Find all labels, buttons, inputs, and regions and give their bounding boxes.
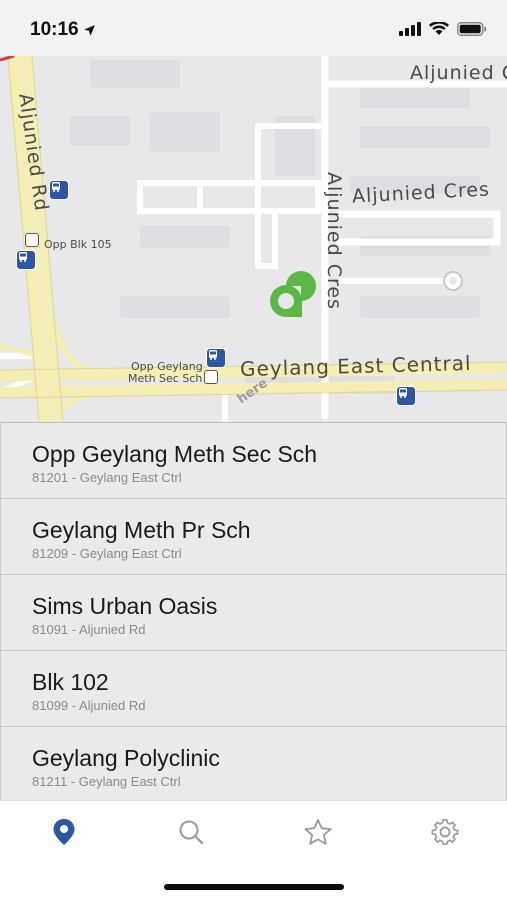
star-icon — [304, 819, 332, 845]
bus-icon — [52, 182, 60, 192]
road-label-aljunied-cres-top: Aljunied Cr — [410, 62, 507, 84]
list-item[interactable]: Geylang Polyclinic 81211 - Geylang East … — [0, 727, 507, 801]
tab-settings[interactable] — [428, 815, 462, 849]
stop-name: Blk 102 — [32, 669, 109, 695]
time-text: 10:16 — [30, 19, 79, 40]
gear-icon — [431, 819, 459, 845]
list-item[interactable]: Geylang Meth Pr Sch 81209 - Geylang East… — [0, 499, 507, 575]
bus-stop-small-icon[interactable] — [204, 370, 218, 384]
list-item[interactable]: Opp Geylang Meth Sec Sch 81201 - Geylang… — [0, 423, 507, 499]
list-item[interactable]: Blk 102 81099 - Aljunied Rd — [0, 651, 507, 727]
stop-detail: 81211 - Geylang East Ctrl — [32, 774, 181, 789]
bus-icon — [209, 350, 217, 360]
bus-icon — [399, 388, 407, 398]
road-label-aljunied-cres-vert: Aljunied Cres — [323, 172, 345, 310]
stop-detail: 81091 - Aljunied Rd — [32, 622, 146, 637]
search-icon — [179, 820, 204, 845]
stop-name: Geylang Meth Pr Sch — [32, 517, 251, 543]
stop-label-opp-geylang-line2: Meth Sec Sch — [128, 372, 203, 385]
stop-label-opp-geylang-line1: Opp Geylang — [131, 360, 203, 373]
bus-stop-list[interactable]: Opp Geylang Meth Sec Sch 81201 - Geylang… — [0, 422, 507, 801]
stop-name: Sims Urban Oasis — [32, 593, 218, 619]
wifi-icon — [429, 22, 449, 35]
stop-detail: 81201 - Geylang East Ctrl — [32, 470, 182, 485]
tab-favorites[interactable] — [301, 815, 335, 849]
bus-stop-small-icon[interactable] — [25, 233, 39, 247]
bus-stop-marker[interactable] — [396, 386, 416, 406]
signal-icon — [399, 22, 421, 36]
map-pin-icon — [53, 819, 75, 845]
stop-name: Opp Geylang Meth Sec Sch — [32, 441, 318, 467]
status-bar: 10:16 — [0, 0, 507, 56]
bus-stop-marker[interactable] — [16, 250, 36, 270]
home-indicator[interactable] — [164, 884, 344, 890]
list-item[interactable]: Sims Urban Oasis 81091 - Aljunied Rd — [0, 575, 507, 651]
tab-search[interactable] — [174, 815, 208, 849]
tab-nearby[interactable] — [47, 815, 81, 849]
bus-icon — [19, 252, 27, 262]
location-arrow-icon — [83, 24, 95, 36]
map-view[interactable]: Aljunied Cr Aljunied Rd Aljunied Cres Al… — [0, 56, 507, 422]
stop-name: Geylang Polyclinic — [32, 745, 220, 771]
bus-stop-marker[interactable] — [206, 348, 226, 368]
status-time: 10:16 — [30, 19, 96, 41]
stop-detail: 81099 - Aljunied Rd — [32, 698, 146, 713]
bus-stop-marker[interactable] — [49, 180, 69, 200]
stop-detail: 81209 - Geylang East Ctrl — [32, 546, 182, 561]
stop-label-opp-blk-105: Opp Blk 105 — [44, 238, 112, 251]
battery-icon — [457, 22, 487, 36]
